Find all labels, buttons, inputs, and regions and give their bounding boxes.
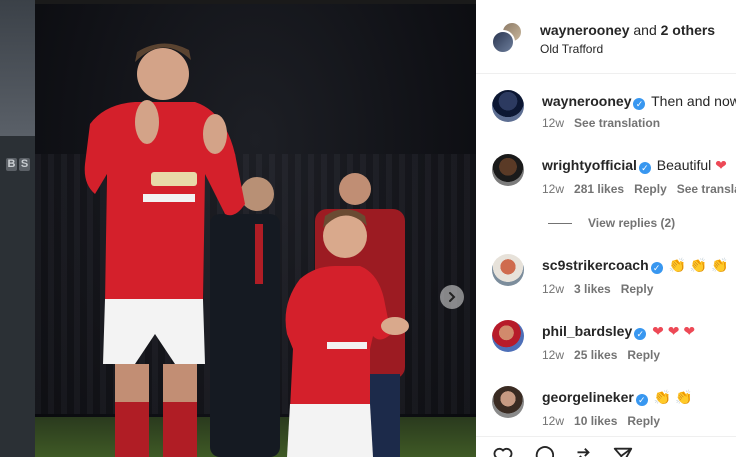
comment-body: Beautiful	[656, 157, 712, 173]
comment-time[interactable]: 12w	[542, 348, 564, 362]
verified-icon: ✓	[633, 98, 646, 110]
comment-time[interactable]: 12w	[542, 414, 564, 428]
view-replies-label: View replies (2)	[588, 216, 676, 230]
post-location[interactable]: Old Trafford	[540, 42, 603, 56]
comment-meta: 12w 25 likes Reply	[542, 348, 670, 362]
reply-button[interactable]: Reply	[627, 414, 660, 428]
backdrop-letters: BS	[6, 158, 32, 171]
comment-icon[interactable]	[532, 445, 554, 457]
comment-text: sc9strikercoach ✓ 👏 👏 👏	[542, 257, 729, 274]
reply-button[interactable]: Reply	[634, 182, 667, 196]
backdrop-letter: B	[6, 158, 17, 171]
others-link[interactable]: 2 others	[661, 22, 715, 38]
avatar[interactable]	[492, 90, 524, 122]
backdrop-letter: S	[19, 158, 30, 171]
comment-username[interactable]: sc9strikercoach	[542, 257, 649, 273]
heart-icon[interactable]	[492, 445, 514, 457]
comment-meta: 12w 3 likes Reply	[542, 282, 663, 296]
reply-button[interactable]: Reply	[621, 282, 654, 296]
comment-likes[interactable]: 3 likes	[574, 282, 611, 296]
comment-body: Then and now.	[651, 93, 736, 109]
photo-figures	[84, 43, 409, 457]
comment-meta: 12w 10 likes Reply	[542, 414, 670, 428]
page-backdrop: BS	[0, 0, 35, 457]
author-username[interactable]: waynerooney	[540, 22, 629, 38]
verified-icon: ✓	[634, 328, 647, 340]
comment-time[interactable]: 12w	[542, 282, 564, 296]
authors-connector: and	[629, 22, 661, 38]
post-authors[interactable]: waynerooney and 2 others	[540, 22, 715, 38]
heart-emoji: ❤	[715, 157, 727, 173]
divider	[548, 223, 572, 225]
see-translation-link[interactable]: See translation	[574, 116, 660, 130]
comment-text: georgelineker ✓ 👏 👏	[542, 389, 692, 406]
comment-meta: 12w 281 likes Reply See translat	[542, 182, 736, 196]
comment-text: phil_bardsley ✓ ❤ ❤ ❤	[542, 323, 695, 340]
reply-button[interactable]: Reply	[627, 348, 660, 362]
verified-icon: ✓	[650, 262, 663, 274]
verified-icon: ✓	[635, 394, 648, 406]
see-translation-link[interactable]: See translat	[677, 182, 736, 196]
comment-text: wrightyofficial ✓ Beautiful ❤	[542, 157, 727, 174]
comment-time[interactable]: 12w	[542, 116, 564, 130]
comment-meta: 12w See translation	[542, 116, 670, 130]
view-replies-button[interactable]: View replies (2)	[548, 216, 675, 230]
backdrop-image	[0, 0, 35, 136]
comment-username[interactable]: georgelineker	[542, 389, 634, 405]
collab-avatars[interactable]	[491, 21, 525, 55]
comment-username[interactable]: phil_bardsley	[542, 323, 632, 339]
heart-emoji: ❤ ❤ ❤	[652, 323, 696, 339]
share-icon[interactable]	[572, 445, 594, 457]
send-icon[interactable]	[612, 445, 634, 457]
chevron-right-icon	[449, 292, 456, 302]
avatar[interactable]	[492, 320, 524, 352]
clap-emoji: 👏 👏 👏	[668, 257, 729, 273]
verified-icon: ✓	[638, 162, 651, 174]
comment-likes[interactable]: 10 likes	[574, 414, 617, 428]
post-header: waynerooney and 2 others Old Trafford	[476, 0, 736, 74]
avatar[interactable]	[492, 254, 524, 286]
next-photo-button[interactable]	[440, 285, 464, 309]
comment-time[interactable]: 12w	[542, 182, 564, 196]
avatar[interactable]	[492, 386, 524, 418]
avatar	[491, 30, 515, 54]
comment-likes[interactable]: 25 likes	[574, 348, 617, 362]
post-side-panel: waynerooney and 2 others Old Trafford wa…	[476, 0, 736, 457]
post-actions-bar	[476, 436, 736, 457]
post-photo[interactable]	[35, 4, 476, 457]
comment-likes[interactable]: 281 likes	[574, 182, 624, 196]
clap-emoji: 👏 👏	[653, 389, 693, 405]
comment-username[interactable]: wrightyofficial	[542, 157, 637, 173]
comment-username[interactable]: waynerooney	[542, 93, 631, 109]
instagram-post-modal: BS waynerooney and 2 others Old Trafford…	[0, 0, 736, 457]
comment-text: waynerooney ✓ Then and now.	[542, 93, 736, 110]
avatar[interactable]	[492, 154, 524, 186]
